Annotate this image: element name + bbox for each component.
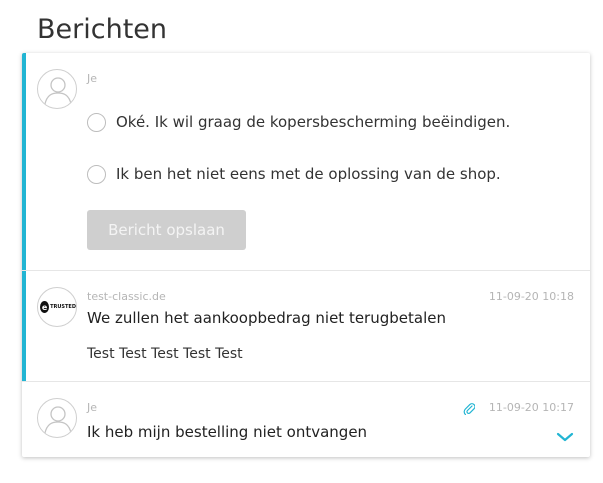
shop-logo: e TRUSTED [37, 287, 77, 327]
radio-button[interactable] [87, 164, 106, 184]
chevron-down-icon[interactable] [555, 430, 575, 444]
user-avatar-icon [37, 69, 77, 109]
message-sender: test-classic.de [87, 290, 166, 303]
reply-sender: Je [87, 72, 98, 85]
page-title: Berichten [37, 14, 168, 45]
reply-section: Je Oké. Ik wil graag de kopersbeschermin… [22, 53, 590, 270]
message-timestamp: 11-09-20 10:17 [488, 401, 574, 414]
message-title: Ik heb mijn bestelling niet ontvangen [87, 423, 368, 441]
paperclip-icon[interactable] [463, 402, 475, 415]
message-body: Test Test Test Test Test [87, 346, 243, 362]
option-disagree-solution[interactable]: Ik ben het niet eens met de oplossing va… [87, 163, 501, 185]
radio-button[interactable] [87, 112, 106, 132]
option-end-protection[interactable]: Oké. Ik wil graag de kopersbescherming b… [87, 111, 510, 133]
trusted-shops-logo-icon: e TRUSTED [40, 301, 76, 313]
option-label: Ik ben het niet eens met de oplossing va… [116, 165, 501, 183]
message-item[interactable]: Je 11-09-20 10:17 Ik heb mijn bestelling… [22, 381, 590, 457]
save-message-button[interactable]: Bericht opslaan [87, 210, 246, 250]
message-timestamp: 11-09-20 10:18 [488, 290, 574, 303]
messages-card: Je Oké. Ik wil graag de kopersbeschermin… [22, 53, 590, 457]
message-item[interactable]: e TRUSTED test-classic.de 11-09-20 10:18… [22, 270, 590, 381]
user-avatar-icon [37, 398, 77, 438]
option-label: Oké. Ik wil graag de kopersbescherming b… [116, 113, 511, 131]
message-sender: Je [87, 401, 98, 414]
message-title: We zullen het aankoopbedrag niet terugbe… [87, 309, 446, 327]
